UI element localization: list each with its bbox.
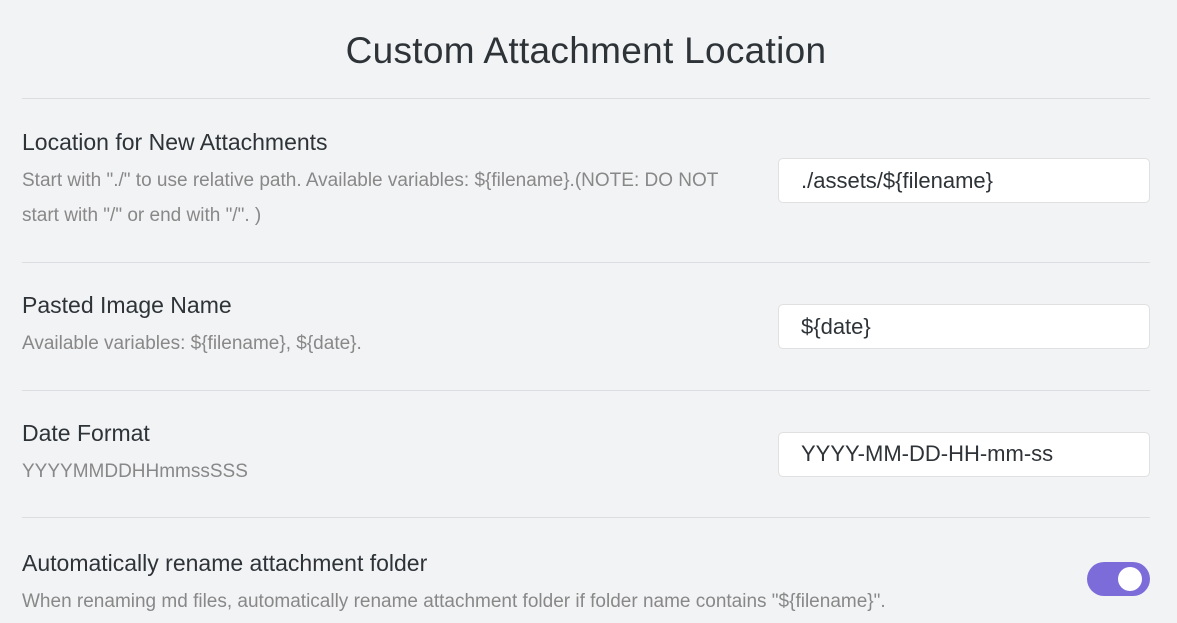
setting-date-format: Date Format YYYYMMDDHHmmssSSS (22, 391, 1150, 518)
setting-name: Location for New Attachments (22, 128, 328, 155)
location-input[interactable] (778, 158, 1150, 203)
setting-info: Location for New Attachments Start with … (22, 129, 778, 233)
setting-control (778, 158, 1150, 203)
settings-page: Custom Attachment Location Location for … (0, 0, 1177, 623)
setting-location-new-attachments: Location for New Attachments Start with … (22, 99, 1150, 263)
setting-name: Date Format (22, 419, 150, 446)
setting-control (778, 431, 1150, 477)
setting-control (1087, 550, 1150, 596)
toggle-knob (1118, 567, 1142, 591)
auto-rename-toggle[interactable] (1087, 562, 1150, 596)
setting-control (778, 304, 1150, 349)
setting-info: Pasted Image Name Available variables: $… (22, 292, 778, 361)
setting-info: Date Format YYYYMMDDHHmmssSSS (22, 420, 778, 489)
setting-description: When renaming md files, automatically re… (22, 591, 886, 612)
setting-description: YYYYMMDDHHmmssSSS (22, 460, 248, 482)
setting-pasted-image-name: Pasted Image Name Available variables: $… (22, 263, 1150, 391)
pasted-image-name-input[interactable] (778, 304, 1150, 349)
setting-auto-rename-folder: Automatically rename attachment folder W… (22, 518, 1150, 623)
setting-name: Pasted Image Name (22, 292, 232, 318)
setting-name: Automatically rename attachment folder (22, 550, 428, 576)
page-title: Custom Attachment Location (22, 0, 1150, 99)
setting-description: Start with "./" to use relative path. Av… (22, 169, 719, 226)
setting-description: Available variables: ${filename}, ${date… (22, 333, 362, 354)
date-format-input[interactable] (778, 431, 1150, 477)
setting-info: Automatically rename attachment folder W… (22, 550, 1087, 619)
